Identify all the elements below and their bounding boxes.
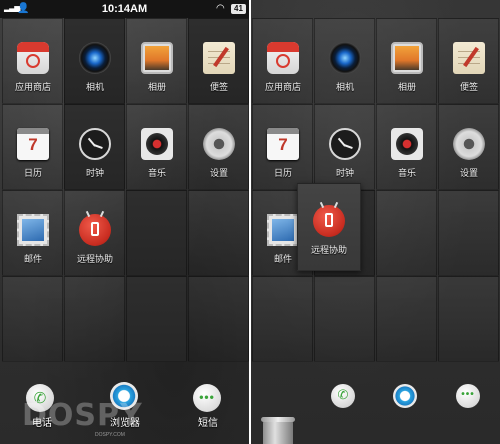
grid-tile bbox=[126, 190, 187, 276]
app-label: 相册 bbox=[147, 82, 166, 92]
settings-shortcut[interactable]: 设置 bbox=[437, 128, 500, 179]
camera-icon bbox=[329, 42, 361, 74]
app-label: 设置 bbox=[209, 168, 228, 178]
battery-icon: 41 bbox=[231, 4, 246, 14]
calendar-shortcut[interactable]: 7 日历 bbox=[251, 128, 315, 179]
gallery-icon bbox=[391, 42, 423, 74]
app-label: 便签 bbox=[459, 82, 478, 92]
home-screen-left: ▂▃▅ 👤 10:14AM ◠ 41 应用商店 相机 相册 便签 7 日历 时钟… bbox=[0, 0, 249, 444]
app-label: 邮件 bbox=[23, 254, 42, 264]
calendar-shortcut[interactable]: 7 日历 bbox=[1, 128, 65, 179]
app-label: 远程协助 bbox=[76, 254, 113, 264]
clock-shortcut[interactable]: 时钟 bbox=[313, 128, 377, 179]
settings-icon bbox=[453, 128, 485, 160]
camera-shortcut[interactable]: 相机 bbox=[63, 42, 127, 93]
settings-icon bbox=[203, 128, 235, 160]
grid-tile bbox=[126, 276, 187, 362]
app-label: 应用商店 bbox=[264, 82, 301, 92]
music-icon bbox=[391, 128, 423, 160]
grid-tile bbox=[252, 276, 313, 362]
app-label: 应用商店 bbox=[14, 82, 51, 92]
clock-icon bbox=[329, 128, 361, 160]
dock-label-sms: 短信 bbox=[198, 418, 218, 429]
app-store-shortcut[interactable]: 应用商店 bbox=[1, 42, 65, 93]
remote-assist-shortcut-dragging[interactable]: 远程协助 bbox=[297, 201, 361, 256]
grid-tile bbox=[188, 190, 249, 276]
app-label: 音乐 bbox=[147, 168, 166, 178]
clock-shortcut[interactable]: 时钟 bbox=[63, 128, 127, 179]
status-time: 10:14AM bbox=[101, 3, 148, 15]
phone-icon[interactable]: ✆ bbox=[331, 384, 355, 408]
app-label: 时钟 bbox=[85, 168, 104, 178]
app-label: 时钟 bbox=[335, 168, 354, 178]
mail-shortcut[interactable]: 邮件 bbox=[1, 214, 65, 265]
grid-tile bbox=[188, 276, 249, 362]
mail-icon bbox=[267, 214, 299, 246]
sms-icon[interactable]: ••• bbox=[456, 384, 480, 408]
remote-assist-shortcut[interactable]: 远程协助 bbox=[63, 210, 127, 265]
grid-tile bbox=[438, 190, 499, 276]
calendar-icon: 7 bbox=[267, 128, 299, 160]
app-label: 相册 bbox=[397, 82, 416, 92]
calendar-icon: 7 bbox=[17, 128, 49, 160]
gallery-shortcut[interactable]: 相册 bbox=[125, 42, 189, 93]
app-store-icon bbox=[17, 42, 49, 74]
app-label: 设置 bbox=[459, 168, 478, 178]
grid-tile bbox=[376, 190, 437, 276]
status-bar: ▂▃▅ 👤 10:14AM ◠ 41 bbox=[0, 0, 249, 18]
browser-icon[interactable] bbox=[393, 384, 417, 408]
gallery-icon bbox=[141, 42, 173, 74]
notes-icon bbox=[453, 42, 485, 74]
music-shortcut[interactable]: 音乐 bbox=[125, 128, 189, 179]
remote-assist-icon bbox=[79, 210, 111, 246]
grid-tile bbox=[438, 276, 499, 362]
notes-shortcut[interactable]: 便签 bbox=[437, 42, 500, 93]
remote-assist-icon bbox=[313, 201, 345, 237]
grid-tile bbox=[2, 276, 63, 362]
camera-shortcut[interactable]: 相机 bbox=[313, 42, 377, 93]
watermark-logo: DOSPY bbox=[22, 398, 143, 433]
app-label: 相机 bbox=[85, 82, 104, 92]
grid-tile bbox=[64, 276, 125, 362]
wifi-icon: ◠ bbox=[216, 3, 225, 14]
music-icon bbox=[141, 128, 173, 160]
gallery-shortcut[interactable]: 相册 bbox=[375, 42, 439, 93]
app-store-icon bbox=[267, 42, 299, 74]
app-label: 远程协助 bbox=[310, 245, 347, 255]
grid-tile bbox=[376, 276, 437, 362]
mail-icon bbox=[17, 214, 49, 246]
music-shortcut[interactable]: 音乐 bbox=[375, 128, 439, 179]
app-label: 音乐 bbox=[397, 168, 416, 178]
composite-screenshot: ▂▃▅ 👤 10:14AM ◠ 41 应用商店 相机 相册 便签 7 日历 时钟… bbox=[0, 0, 500, 444]
grid-tile bbox=[314, 276, 375, 362]
sms-icon[interactable]: ••• bbox=[193, 384, 221, 412]
app-label: 便签 bbox=[209, 82, 228, 92]
home-screen-right: 应用商店 相机 相册 便签 7 日历 时钟 音乐 设置 邮件 远程协助 ✆ ••… bbox=[251, 0, 500, 444]
app-label: 相机 bbox=[335, 82, 354, 92]
app-store-shortcut[interactable]: 应用商店 bbox=[251, 42, 315, 93]
camera-icon bbox=[79, 42, 111, 74]
notes-icon bbox=[203, 42, 235, 74]
watermark-sub: DOSPY.COM bbox=[95, 432, 125, 438]
clock-icon bbox=[79, 128, 111, 160]
app-label: 日历 bbox=[273, 168, 292, 178]
trash-icon[interactable] bbox=[261, 417, 295, 444]
app-label: 日历 bbox=[23, 168, 42, 178]
settings-shortcut[interactable]: 设置 bbox=[187, 128, 249, 179]
notes-shortcut[interactable]: 便签 bbox=[187, 42, 249, 93]
